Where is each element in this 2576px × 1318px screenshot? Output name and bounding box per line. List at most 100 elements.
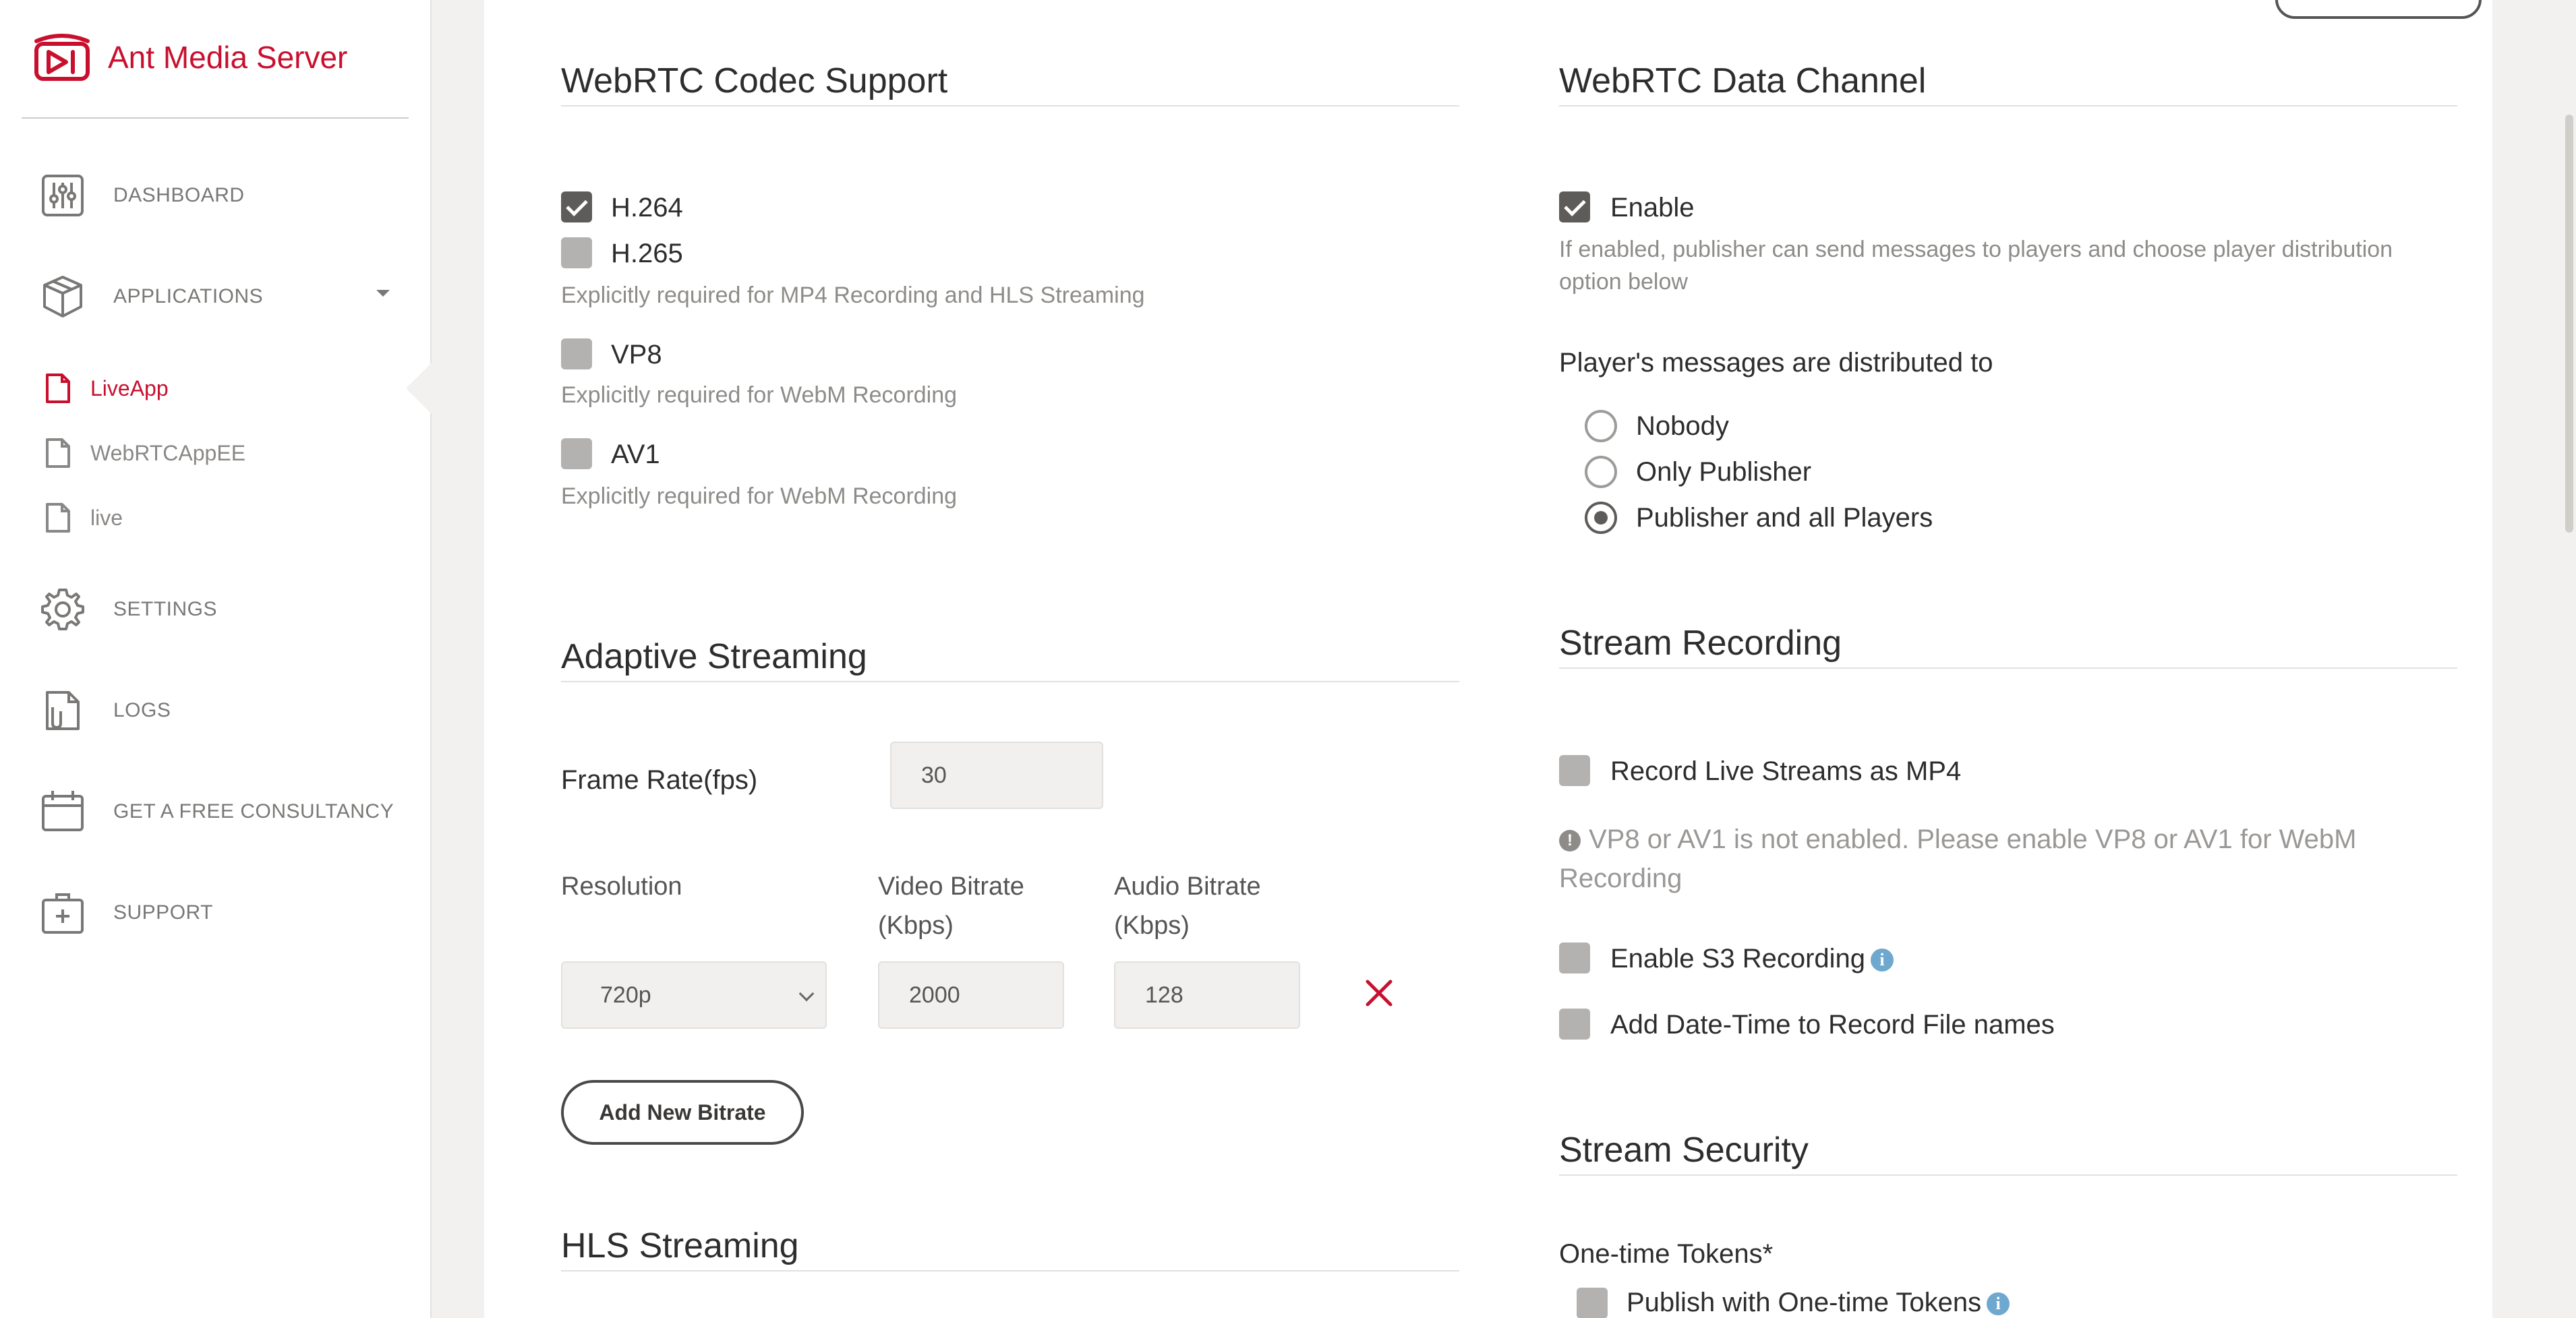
section-divider: [561, 105, 1459, 107]
info-icon[interactable]: i: [1987, 1292, 2010, 1316]
sliders-icon: [42, 175, 84, 216]
datachannel-hint-line2: option below: [1559, 269, 1688, 295]
nav-item-logs[interactable]: LOGS: [39, 684, 171, 738]
sidebar-app-live[interactable]: live: [45, 498, 123, 538]
app-label: WebRTCAppEE: [90, 440, 246, 465]
distribution-label: Player's messages are distributed to: [1559, 348, 1993, 378]
section-divider: [561, 681, 1459, 682]
active-indicator: [406, 363, 432, 414]
s3-recording-label: Enable S3 Recording: [1610, 944, 1866, 973]
nav-label: GET A FREE CONSULTANCY: [113, 800, 394, 822]
av1-hint: Explicitly required for WebM Recording: [561, 483, 958, 509]
audio-bitrate-unit: (Kbps): [1114, 911, 1190, 940]
one-time-tokens-label: One-time Tokens*: [1559, 1239, 1774, 1269]
nav-item-settings[interactable]: SETTINGS: [39, 582, 217, 636]
record-mp4-checkbox[interactable]: [1559, 755, 1590, 786]
resolution-value: 720p: [600, 982, 651, 1008]
h265-label: H.265: [611, 239, 683, 268]
video-bitrate-column-label: Video Bitrate: [878, 872, 1024, 901]
radio-only-publisher[interactable]: [1585, 456, 1617, 488]
webm-warning-line2: Recording: [1559, 864, 1682, 893]
publish-tokens-checkbox[interactable]: [1577, 1288, 1608, 1318]
section-divider: [561, 1270, 1459, 1271]
app-label: live: [90, 505, 123, 530]
webm-warning-text: VP8 or AV1 is not enabled. Please enable…: [1589, 825, 2357, 854]
add-new-bitrate-button[interactable]: Add New Bitrate: [561, 1080, 804, 1145]
nav-item-applications[interactable]: APPLICATIONS: [39, 270, 263, 324]
nav-label: APPLICATIONS: [113, 285, 264, 307]
vp8-hint: Explicitly required for WebM Recording: [561, 382, 958, 408]
file-icon: [46, 503, 70, 533]
section-divider: [1559, 1174, 2457, 1176]
chevron-down-icon[interactable]: [376, 290, 390, 297]
ant-media-logo-icon: [34, 34, 90, 81]
scrollbar[interactable]: [2565, 115, 2573, 533]
h265-checkbox[interactable]: [561, 237, 592, 268]
publish-tokens-row: Publish with One-time Tokens i: [1627, 1288, 2010, 1318]
chevron-down-icon: [798, 986, 815, 1002]
datachannel-section-title: WebRTC Data Channel: [1559, 61, 1927, 100]
file-icon: [46, 373, 70, 403]
app-label: LiveApp: [90, 376, 169, 400]
audio-bitrate-input[interactable]: [1114, 961, 1300, 1029]
file-icon: [46, 438, 70, 468]
nav-label: SUPPORT: [113, 901, 213, 924]
frame-rate-label: Frame Rate(fps): [561, 765, 758, 795]
section-divider: [1559, 105, 2457, 107]
logs-icon: [46, 691, 80, 730]
section-divider: [1559, 667, 2457, 669]
webm-warning-line1: ! VP8 or AV1 is not enabled. Please enabl…: [1559, 820, 2356, 859]
nav-item-support[interactable]: SUPPORT: [39, 886, 213, 940]
medkit-icon: [42, 893, 84, 934]
h264-checkbox[interactable]: [561, 191, 592, 222]
box-icon: [43, 276, 82, 318]
sidebar-app-liveapp[interactable]: LiveApp: [45, 368, 169, 409]
security-section-title: Stream Security: [1559, 1131, 1809, 1170]
resolution-select[interactable]: 720p: [561, 961, 827, 1029]
radio-nobody-label: Nobody: [1636, 411, 1729, 441]
hls-section-title: HLS Streaming: [561, 1226, 799, 1265]
alert-icon: !: [1559, 830, 1581, 851]
datachannel-hint-line1: If enabled, publisher can send messages …: [1559, 237, 2393, 262]
radio-only-publisher-label: Only Publisher: [1636, 457, 1812, 487]
sidebar-app-webrtcappee[interactable]: WebRTCAppEE: [45, 433, 245, 473]
publish-tokens-label: Publish with One-time Tokens: [1627, 1288, 1982, 1317]
datetime-filename-checkbox[interactable]: [1559, 1009, 1590, 1040]
audio-bitrate-column-label: Audio Bitrate: [1114, 872, 1261, 901]
s3-recording-checkbox[interactable]: [1559, 942, 1590, 973]
radio-publisher-and-players[interactable]: [1585, 502, 1617, 534]
h265-hint: Explicitly required for MP4 Recording an…: [561, 282, 1145, 308]
recording-section-title: Stream Recording: [1559, 624, 1842, 663]
nav-item-consultancy[interactable]: GET A FREE CONSULTANCY: [39, 785, 394, 839]
h264-label: H.264: [611, 193, 683, 222]
datachannel-enable-label: Enable: [1610, 193, 1695, 222]
brand-name: Ant Media Server: [108, 40, 348, 75]
av1-label: AV1: [611, 440, 660, 469]
vp8-label: VP8: [611, 340, 662, 369]
resolution-column-label: Resolution: [561, 872, 682, 901]
av1-checkbox[interactable]: [561, 438, 592, 469]
adaptive-section-title: Adaptive Streaming: [561, 637, 867, 676]
sidebar: Ant Media Server DASHBOARD APPLICATIONS: [0, 0, 432, 1318]
save-button[interactable]: [2275, 0, 2482, 19]
radio-nobody[interactable]: [1585, 410, 1617, 442]
record-mp4-label: Record Live Streams as MP4: [1610, 756, 1962, 786]
nav-item-dashboard[interactable]: DASHBOARD: [39, 169, 245, 222]
info-icon[interactable]: i: [1871, 949, 1894, 972]
frame-rate-input[interactable]: [890, 742, 1103, 809]
calendar-icon: [42, 791, 84, 831]
s3-recording-row: Enable S3 Recording i: [1610, 944, 1894, 974]
radio-publisher-and-players-label: Publisher and all Players: [1636, 503, 1933, 533]
nav-label: SETTINGS: [113, 598, 218, 620]
vp8-checkbox[interactable]: [561, 338, 592, 369]
close-icon[interactable]: [1362, 976, 1396, 1010]
codec-section-title: WebRTC Codec Support: [561, 61, 948, 100]
nav-label: DASHBOARD: [113, 184, 245, 206]
gear-icon: [41, 589, 84, 630]
datachannel-enable-checkbox[interactable]: [1559, 191, 1590, 222]
datetime-filename-label: Add Date-Time to Record File names: [1610, 1010, 2055, 1040]
nav-label: LOGS: [113, 699, 171, 721]
video-bitrate-input[interactable]: [878, 961, 1064, 1029]
brand[interactable]: Ant Media Server: [31, 27, 347, 88]
video-bitrate-unit: (Kbps): [878, 911, 954, 940]
